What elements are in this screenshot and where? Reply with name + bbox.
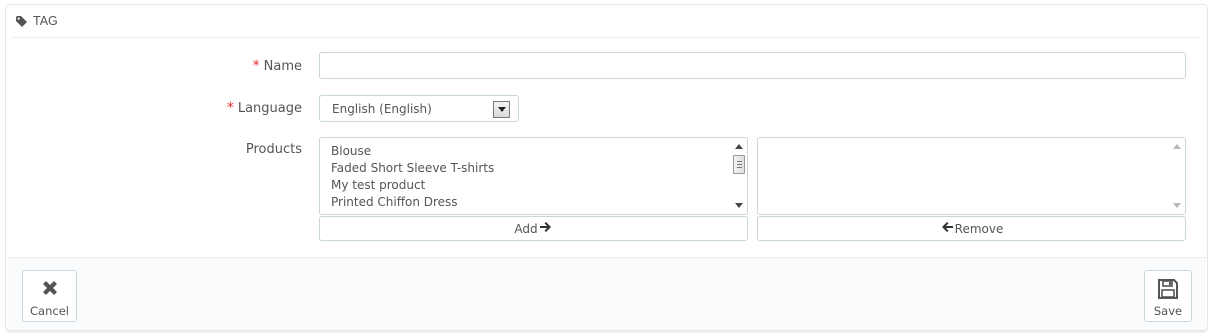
- panel-heading: TAG: [12, 5, 1201, 38]
- products-label: Products: [245, 142, 302, 157]
- language-label: * Language: [227, 100, 302, 116]
- tag-panel: TAG * Name * Language English (English) Pr…: [5, 4, 1208, 331]
- floppy-disk-icon: [1157, 278, 1179, 303]
- scroll-up-icon[interactable]: [1173, 144, 1181, 149]
- panel-footer: Cancel Save: [7, 257, 1206, 330]
- remove-product-button[interactable]: Remove: [757, 216, 1186, 241]
- language-selected-value: English (English): [332, 101, 432, 116]
- required-mark: *: [226, 100, 234, 116]
- name-label: * Name: [253, 58, 302, 74]
- language-select[interactable]: English (English): [319, 95, 519, 122]
- list-item[interactable]: Faded Short Sleeve T-shirts: [331, 160, 747, 177]
- name-input[interactable]: [319, 52, 1186, 79]
- cancel-label: Cancel: [30, 304, 69, 318]
- scrollbar[interactable]: [1169, 138, 1185, 214]
- panel-title: TAG: [33, 14, 58, 28]
- name-label-text: Name: [263, 59, 302, 74]
- save-button[interactable]: Save: [1144, 270, 1192, 322]
- close-icon: [40, 278, 60, 301]
- scroll-thumb[interactable]: [733, 155, 745, 174]
- add-product-button[interactable]: Add: [319, 216, 748, 241]
- remove-label: Remove: [954, 221, 1004, 236]
- available-products-list[interactable]: Blouse Faded Short Sleeve T-shirts My te…: [319, 137, 748, 215]
- required-mark: *: [252, 58, 260, 74]
- add-label: Add: [514, 221, 538, 236]
- arrow-right-icon: [539, 221, 551, 236]
- language-label-text: Language: [237, 101, 302, 116]
- scrollbar[interactable]: [731, 138, 747, 214]
- tag-icon: [16, 15, 29, 27]
- cancel-button[interactable]: Cancel: [22, 270, 77, 322]
- selected-products-list[interactable]: [757, 137, 1186, 215]
- chevron-down-icon[interactable]: [493, 101, 510, 118]
- scroll-down-icon[interactable]: [1173, 203, 1181, 208]
- save-label: Save: [1153, 304, 1183, 318]
- list-item[interactable]: Printed Chiffon Dress: [331, 194, 747, 211]
- arrow-left-icon: [941, 221, 953, 236]
- scroll-down-icon[interactable]: [735, 203, 743, 208]
- scroll-up-icon[interactable]: [735, 144, 743, 149]
- list-item[interactable]: Blouse: [331, 143, 747, 160]
- list-item[interactable]: My test product: [331, 177, 747, 194]
